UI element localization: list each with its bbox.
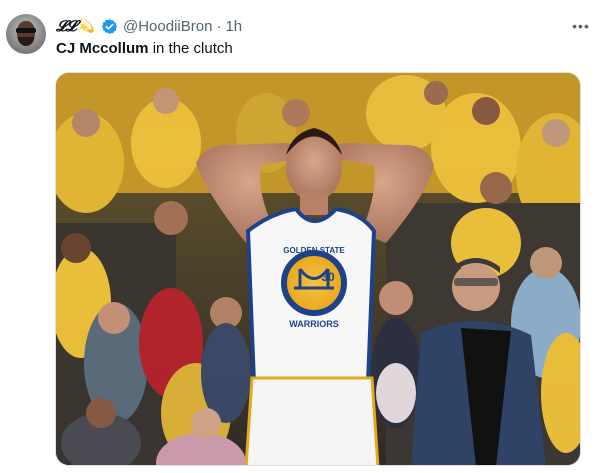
author-handle[interactable]: @HoodiiBron (123, 18, 212, 35)
avatar-beard (18, 37, 34, 46)
jersey-number: 30 (321, 270, 335, 284)
jersey-name: WARRIORS (289, 319, 339, 329)
avatar[interactable] (6, 14, 46, 54)
tweet-header: 𝓛𝓛 💫 @HoodiiBron · 1h (56, 16, 242, 36)
avatar-sunglasses (16, 28, 36, 33)
verified-badge-icon (101, 18, 118, 35)
photo-illustration: GOLDEN STATE 30 WARRIORS (56, 73, 580, 465)
jersey-team-text: GOLDEN STATE (283, 246, 345, 255)
tweet-text: CJ Mccollum in the clutch (56, 40, 233, 57)
separator-dot: · (216, 17, 222, 35)
tweet-text-rest: in the clutch (148, 40, 233, 57)
more-options-icon[interactable]: ••• (569, 14, 593, 38)
tweet-text-bold: CJ Mccollum (56, 40, 149, 57)
tweet-media-photo[interactable]: GOLDEN STATE 30 WARRIORS (55, 72, 581, 466)
author-emoji: 💫 (78, 18, 95, 33)
timestamp[interactable]: 1h (225, 18, 242, 35)
author-name[interactable]: 𝓛𝓛 (56, 17, 77, 35)
